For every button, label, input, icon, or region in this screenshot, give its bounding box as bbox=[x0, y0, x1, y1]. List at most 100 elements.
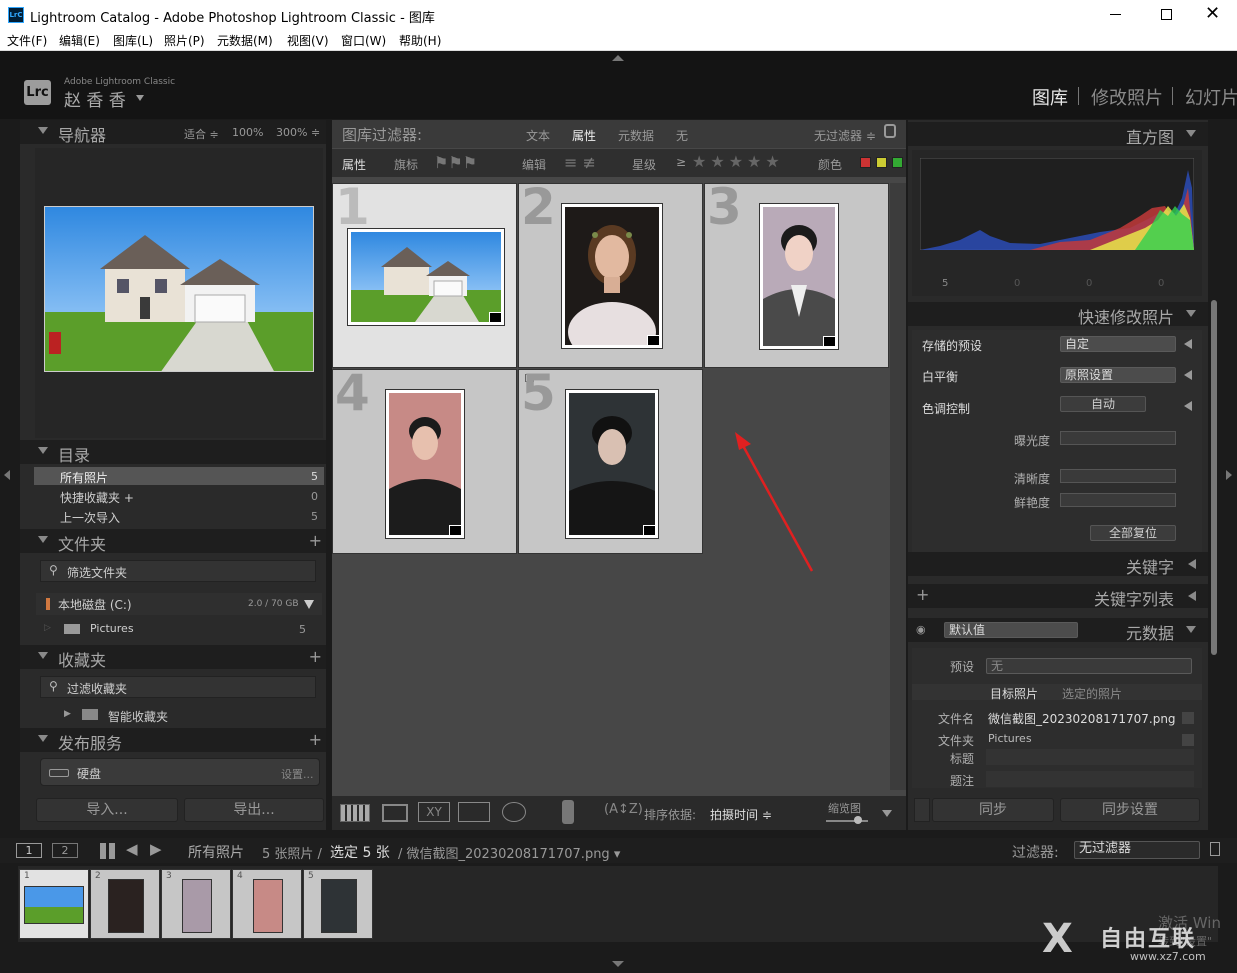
selected-photos-tab[interactable]: 选定的照片 bbox=[1062, 685, 1122, 702]
volume-row[interactable]: 本地磁盘 (C:) 2.0 / 70 GB bbox=[36, 593, 322, 615]
zoom-300[interactable]: 300% ≑ bbox=[276, 126, 320, 139]
bottom-panel-toggle-icon[interactable] bbox=[612, 961, 624, 967]
user-dropdown-icon[interactable] bbox=[136, 95, 144, 101]
saved-preset-select[interactable]: 自定 bbox=[1060, 336, 1176, 352]
sync-settings-button[interactable]: 同步设置 bbox=[1060, 798, 1200, 822]
menu-metadata[interactable]: 元数据(M) bbox=[217, 32, 273, 49]
keywords-header[interactable]: 关键字 bbox=[908, 552, 1208, 577]
back-arrow-icon[interactable]: ◀ bbox=[126, 840, 138, 858]
maximize-button[interactable] bbox=[1161, 9, 1172, 20]
menu-window[interactable]: 窗口(W) bbox=[341, 32, 386, 49]
people-view-icon[interactable] bbox=[502, 802, 526, 822]
filmstrip-cell[interactable]: 4 bbox=[232, 869, 302, 939]
menu-library[interactable]: 图库(L) bbox=[113, 32, 153, 49]
expand-icon[interactable] bbox=[1184, 339, 1192, 349]
volume-dropdown-icon[interactable] bbox=[304, 600, 314, 609]
rating-operator[interactable]: ≥ bbox=[676, 155, 686, 169]
catalog-item-previous-import[interactable]: 上一次导入 5 bbox=[34, 507, 324, 525]
filter-tab-attribute[interactable]: 属性 bbox=[572, 127, 596, 144]
rating-stars[interactable]: ★★★★★ bbox=[692, 152, 784, 171]
vibrance-stepper[interactable] bbox=[1060, 493, 1176, 507]
title-field[interactable] bbox=[986, 771, 1194, 787]
folder-search-field[interactable]: ⚲ 筛选文件夹 bbox=[40, 560, 316, 582]
publish-harddisk-row[interactable]: 硬盘 设置... bbox=[40, 758, 320, 786]
filter-tab-text[interactable]: 文本 bbox=[526, 127, 550, 144]
add-collection-icon[interactable]: + bbox=[309, 647, 322, 666]
folders-header[interactable]: 文件夹 + bbox=[20, 529, 326, 554]
filmstrip-cell[interactable]: 2 bbox=[90, 869, 160, 939]
sync-button[interactable]: 同步 bbox=[932, 798, 1054, 822]
filmstrip-cell[interactable]: 1 bbox=[19, 869, 89, 939]
keyword-list-header[interactable]: + 关键字列表 bbox=[908, 584, 1208, 609]
smart-collection-row[interactable]: ▶ 智能收藏夹 bbox=[36, 705, 322, 725]
sort-direction-icon[interactable]: (A↕Z) bbox=[604, 802, 643, 817]
navigator-header[interactable]: 导航器 适合 ≑ 100% 300% ≑ bbox=[20, 120, 326, 145]
grid-cell[interactable]: 2 bbox=[518, 178, 703, 368]
flag-filter-icons[interactable]: ⚑⚑⚑ bbox=[434, 153, 477, 172]
zoom-fit[interactable]: 适合 ≑ bbox=[184, 126, 219, 142]
filmstrip-cell[interactable]: 3 bbox=[161, 869, 231, 939]
reset-all-button[interactable]: 全部复位 bbox=[1090, 525, 1176, 541]
expand-icon[interactable]: ▷ bbox=[44, 623, 51, 633]
grid-view-icon[interactable] bbox=[340, 804, 370, 822]
filename-action-icon[interactable] bbox=[1182, 712, 1194, 724]
expand-icon[interactable] bbox=[1184, 401, 1192, 411]
painter-icon[interactable] bbox=[562, 800, 574, 824]
right-panel-toggle-icon[interactable] bbox=[1226, 470, 1232, 480]
compare-view-icon[interactable]: XY bbox=[418, 802, 450, 822]
menu-help[interactable]: 帮助(H) bbox=[399, 32, 441, 49]
menu-photo[interactable]: 照片(P) bbox=[164, 32, 205, 49]
metadata-view-select[interactable]: 默认值 bbox=[944, 622, 1078, 638]
forward-arrow-icon[interactable]: ▶ bbox=[150, 840, 162, 858]
sync-toggle[interactable] bbox=[914, 798, 930, 822]
menu-view[interactable]: 视图(V) bbox=[287, 32, 329, 49]
zoom-100[interactable]: 100% bbox=[232, 126, 263, 139]
collection-search-field[interactable]: ⚲ 过滤收藏夹 bbox=[40, 676, 316, 698]
setup-link[interactable]: 设置... bbox=[281, 766, 314, 782]
filter-tab-metadata[interactable]: 元数据 bbox=[618, 127, 654, 144]
add-publish-icon[interactable]: + bbox=[309, 730, 322, 749]
left-panel-toggle-icon[interactable] bbox=[4, 470, 10, 480]
expand-icon[interactable]: ▶ bbox=[64, 709, 71, 719]
import-button[interactable]: 导入... bbox=[36, 798, 178, 822]
module-develop[interactable]: 修改照片 bbox=[1091, 84, 1163, 110]
filter-lock-icon[interactable] bbox=[1210, 842, 1220, 856]
slider-thumb[interactable] bbox=[854, 816, 862, 824]
filmstrip-filter-select[interactable]: 无过滤器 bbox=[1074, 841, 1200, 859]
histogram-header[interactable]: 直方图 bbox=[908, 122, 1208, 147]
grid-shortcut-icon[interactable] bbox=[100, 843, 116, 859]
color-green-swatch[interactable] bbox=[892, 157, 903, 168]
grid-cell[interactable]: 4 bbox=[332, 364, 517, 554]
grid-cell[interactable]: 3 bbox=[704, 178, 889, 368]
close-button[interactable]: ✕ bbox=[1205, 3, 1220, 24]
edit-filter-icons[interactable]: ≡ ≢ bbox=[564, 153, 596, 172]
eye-icon[interactable]: ◉ bbox=[916, 623, 926, 636]
filmstrip-cell[interactable]: 5 bbox=[303, 869, 373, 939]
color-yellow-swatch[interactable] bbox=[876, 157, 887, 168]
grid-scrollbar[interactable] bbox=[890, 183, 906, 790]
grid-cell[interactable]: 1 bbox=[332, 178, 517, 368]
auto-tone-button[interactable]: 自动 bbox=[1060, 396, 1146, 412]
clarity-stepper[interactable] bbox=[1060, 469, 1176, 483]
navigator-preview-area[interactable] bbox=[35, 148, 323, 438]
publish-header[interactable]: 发布服务 + bbox=[20, 728, 326, 753]
metadata-header[interactable]: ◉ 默认值 元数据 bbox=[908, 618, 1208, 643]
grid-cell[interactable]: 5 bbox=[518, 364, 703, 554]
screen-1-button[interactable]: 1 bbox=[16, 843, 42, 858]
loupe-view-icon[interactable] bbox=[382, 804, 408, 822]
toolbar-menu-icon[interactable] bbox=[882, 810, 892, 817]
expand-icon[interactable] bbox=[1184, 370, 1192, 380]
screen-2-button[interactable]: 2 bbox=[52, 843, 78, 858]
white-balance-select[interactable]: 原照设置 bbox=[1060, 367, 1176, 383]
menu-file[interactable]: 文件(F) bbox=[7, 32, 47, 49]
filter-preset-select[interactable]: 无过滤器 ≑ bbox=[814, 127, 876, 144]
filter-tab-none[interactable]: 无 bbox=[676, 127, 688, 144]
target-photo-tab[interactable]: 目标照片 bbox=[990, 685, 1038, 702]
histogram-area[interactable]: 5 0 0 0 bbox=[912, 150, 1202, 296]
top-panel-toggle-icon[interactable] bbox=[612, 55, 624, 61]
module-library[interactable]: 图库 bbox=[1032, 84, 1068, 110]
minimize-button[interactable] bbox=[1110, 14, 1121, 15]
add-folder-icon[interactable]: + bbox=[309, 531, 322, 550]
filename-value[interactable]: 微信截图_20230208171707.png bbox=[988, 710, 1176, 727]
caption-field[interactable] bbox=[986, 749, 1194, 765]
